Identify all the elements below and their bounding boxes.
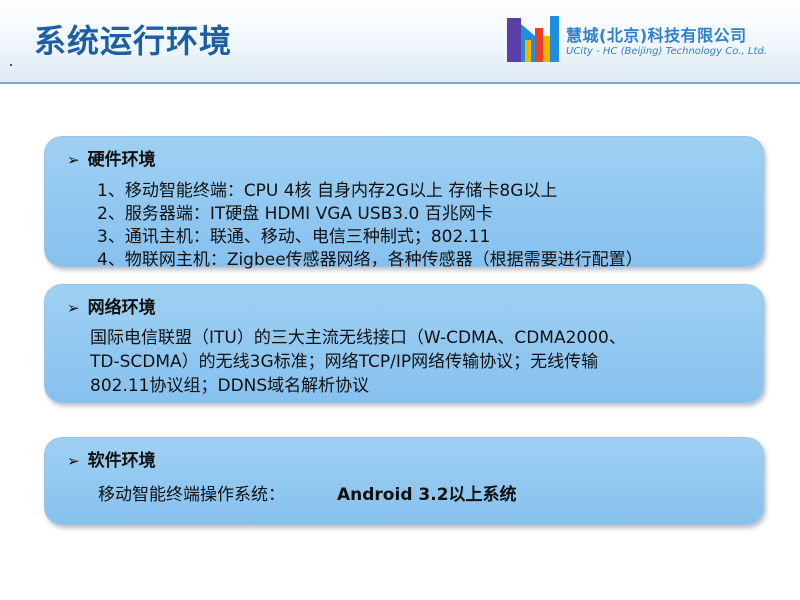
- page-title: 系统运行环境: [34, 22, 233, 60]
- network-line-3: 802.11协议组；DDNS域名解析协议: [90, 376, 370, 396]
- hardware-heading-text: 硬件环境: [87, 150, 156, 170]
- network-heading-text: 网络环境: [87, 298, 156, 318]
- software-os-value: Android 3.2以上系统: [337, 485, 517, 505]
- arrow-right-icon: ➢: [67, 151, 80, 169]
- network-panel: ➢ 网络环境 国际电信联盟（ITU）的三大主流无线接口（W-CDMA、CDMA20…: [44, 284, 764, 403]
- hardware-line-3: 3、通讯主机：联通、移动、电信三种制式；802.11: [97, 227, 491, 247]
- hardware-line-2: 2、服务器端：IT硬盘 HDMI VGA USB3.0 百兆网卡: [97, 204, 493, 224]
- hardware-panel: ➢ 硬件环境 1、移动智能终端：CPU 4核 自身内存2G以上 存储卡8G以上 2…: [44, 136, 764, 270]
- hardware-heading: ➢ 硬件环境: [67, 145, 156, 170]
- software-heading-text: 软件环境: [87, 451, 156, 471]
- hardware-line-4: 4、物联网主机：Zigbee传感器网络，各种传感器（根据需要进行配置）: [97, 250, 643, 270]
- software-heading: ➢ 软件环境: [67, 446, 156, 471]
- arrow-right-icon: ➢: [67, 452, 80, 470]
- arrow-right-icon: ➢: [67, 299, 80, 317]
- header-dot: [10, 64, 12, 66]
- hardware-line-1: 1、移动智能终端：CPU 4核 自身内存2G以上 存储卡8G以上: [97, 181, 558, 201]
- company-logo-icon: [507, 16, 559, 62]
- network-line-2: TD-SCDMA）的无线3G标准；网络TCP/IP网络传输协议；无线传输: [90, 352, 599, 372]
- network-line-1: 国际电信联盟（ITU）的三大主流无线接口（W-CDMA、CDMA2000、: [90, 328, 626, 348]
- company-name-en: UCity - HC (Beijing) Technology Co., Ltd…: [566, 46, 767, 57]
- network-heading: ➢ 网络环境: [67, 293, 156, 318]
- software-panel: ➢ 软件环境 移动智能终端操作系统： Android 3.2以上系统: [44, 437, 764, 525]
- slide-header: 系统运行环境 慧城(北京)科技有限公司 UCity - HC (Beijing)…: [0, 0, 800, 84]
- company-name-cn: 慧城(北京)科技有限公司: [566, 26, 747, 45]
- software-os-label: 移动智能终端操作系统：: [98, 485, 285, 505]
